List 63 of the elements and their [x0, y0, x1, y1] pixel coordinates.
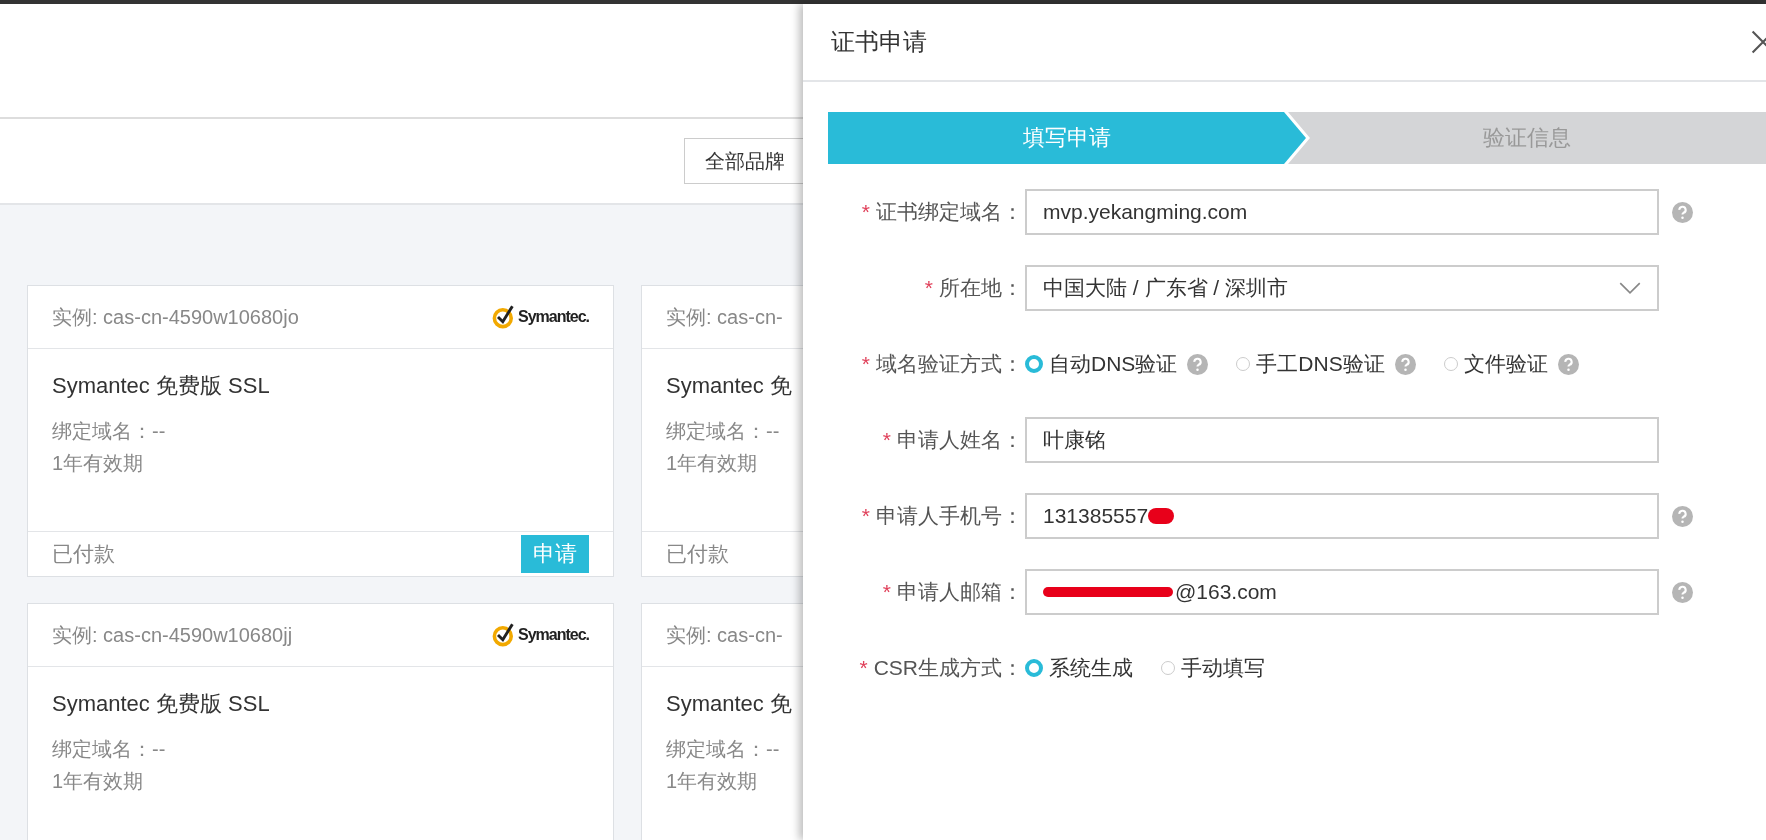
field-label: 域名验证方式：	[876, 351, 1023, 377]
validity-period: 1年有效期	[666, 769, 758, 794]
required-mark: *	[861, 352, 870, 376]
option-label: 自动DNS验证	[1049, 351, 1178, 377]
chevron-down-icon	[1619, 281, 1641, 295]
validity-period: 1年有效期	[52, 769, 144, 794]
field-label: 申请人邮箱：	[897, 579, 1023, 605]
required-mark: *	[924, 276, 933, 300]
radio-button[interactable]	[1236, 357, 1251, 371]
radio-button[interactable]	[1025, 659, 1043, 677]
instance-id: 实例: cas-cn-4590w10680jj	[52, 622, 293, 648]
field-label: 证书绑定域名：	[876, 199, 1023, 225]
brand-logo-text: Symantec.	[517, 626, 589, 644]
check-circle-icon	[491, 305, 516, 329]
help-icon[interactable]	[1672, 505, 1693, 527]
field-value: @163.com	[1175, 580, 1277, 604]
instance-id: 实例: cas-cn-4590w10680jo	[52, 304, 299, 330]
location-select[interactable]: 中国大陆 / 广东省 / 深圳市	[1025, 265, 1659, 311]
input-field[interactable]: mvp.yekangming.com	[1025, 189, 1659, 235]
radio-button[interactable]	[1443, 357, 1458, 371]
field-label: 申请人姓名：	[897, 427, 1023, 453]
field-label: CSR生成方式：	[873, 655, 1023, 681]
required-mark: *	[859, 656, 868, 680]
bound-domain: 绑定域名：--	[52, 737, 166, 762]
required-mark: *	[861, 200, 870, 224]
check-circle-icon	[491, 623, 516, 647]
product-name: Symantec 免费版 SSL	[52, 372, 270, 400]
radio-button[interactable]	[1161, 661, 1175, 675]
option-label: 文件验证	[1463, 351, 1548, 377]
radio-button[interactable]	[1025, 355, 1043, 373]
option-label: 手动填写	[1181, 655, 1265, 681]
redaction-mark	[1148, 508, 1175, 524]
field-value: 131385557	[1043, 504, 1149, 528]
instance-id: 实例: cas-cn-	[666, 622, 783, 648]
input-field[interactable]: 131385557	[1025, 493, 1659, 539]
help-icon[interactable]	[1672, 201, 1693, 223]
help-icon[interactable]	[1394, 353, 1416, 375]
help-icon[interactable]	[1187, 353, 1209, 375]
field-label: 申请人手机号：	[876, 503, 1023, 529]
product-name: Symantec 免	[666, 372, 792, 400]
help-icon[interactable]	[1557, 353, 1579, 375]
bound-domain: 绑定域名：--	[666, 737, 780, 762]
product-name: Symantec 免费版 SSL	[52, 690, 270, 718]
option-label: 手工DNS验证	[1256, 351, 1385, 377]
required-mark: *	[861, 504, 870, 528]
bound-domain: 绑定域名：--	[666, 419, 780, 444]
validity-period: 1年有效期	[52, 451, 144, 476]
payment-status: 已付款	[52, 541, 115, 567]
product-name: Symantec 免	[666, 690, 792, 718]
help-icon[interactable]	[1672, 581, 1693, 603]
option-label: 系统生成	[1049, 655, 1133, 681]
required-mark: *	[882, 580, 891, 604]
input-field[interactable]: @163.com	[1025, 569, 1659, 615]
payment-status: 已付款	[666, 541, 729, 567]
field-label: 所在地：	[939, 275, 1023, 301]
brand-logo-text: Symantec.	[517, 308, 589, 326]
instance-id: 实例: cas-cn-	[666, 304, 783, 330]
validity-period: 1年有效期	[666, 451, 758, 476]
bound-domain: 绑定域名：--	[52, 419, 166, 444]
dialog-title: 证书申请	[831, 27, 927, 57]
required-mark: *	[882, 428, 891, 452]
select-value: 中国大陆 / 广东省 / 深圳市	[1043, 275, 1288, 301]
input-field[interactable]: 叶康铭	[1025, 417, 1659, 463]
